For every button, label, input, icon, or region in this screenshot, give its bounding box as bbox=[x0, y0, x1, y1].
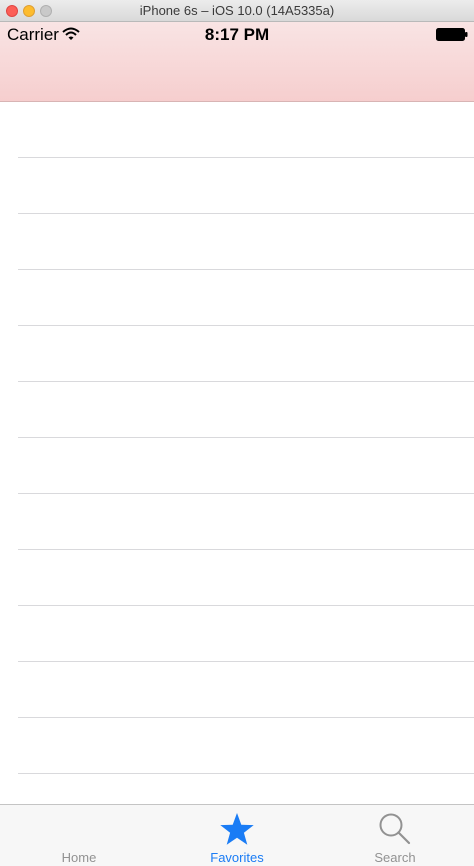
status-time: 8:17 PM bbox=[204, 25, 270, 44]
battery-icon bbox=[436, 28, 468, 41]
window-title: iPhone 6s – iOS 10.0 (14A5335a) bbox=[139, 3, 335, 18]
window-titlebar: iPhone 6s – iOS 10.0 (14A5335a) bbox=[0, 0, 474, 22]
table-view[interactable] bbox=[0, 102, 474, 804]
table-row[interactable] bbox=[0, 774, 474, 804]
tab-label: Home bbox=[61, 850, 97, 865]
home-icon bbox=[62, 812, 96, 844]
table-row[interactable] bbox=[0, 382, 474, 438]
table-row[interactable] bbox=[0, 494, 474, 550]
table-row[interactable] bbox=[0, 102, 474, 158]
tab-bar: Home Favorites Search bbox=[0, 804, 474, 866]
table-row[interactable] bbox=[0, 662, 474, 718]
table-row[interactable] bbox=[0, 718, 474, 774]
search-icon bbox=[379, 813, 411, 845]
table-row[interactable] bbox=[0, 270, 474, 326]
table-row[interactable] bbox=[0, 438, 474, 494]
table-row[interactable] bbox=[0, 326, 474, 382]
table-row[interactable] bbox=[0, 550, 474, 606]
navigation-bar: Carrier 8:17 PM bbox=[0, 22, 474, 102]
tab-search[interactable]: Search bbox=[316, 805, 474, 866]
tab-home[interactable]: Home bbox=[0, 805, 158, 866]
table-row[interactable] bbox=[0, 158, 474, 214]
table-row[interactable] bbox=[0, 606, 474, 662]
tab-label: Favorites bbox=[210, 850, 264, 865]
table-row[interactable] bbox=[0, 214, 474, 270]
tab-label: Search bbox=[374, 850, 416, 865]
tab-favorites[interactable]: Favorites bbox=[158, 805, 316, 866]
simulator-window: iPhone 6s – iOS 10.0 (14A5335a) Carrier … bbox=[0, 0, 474, 866]
star-icon bbox=[220, 813, 254, 845]
